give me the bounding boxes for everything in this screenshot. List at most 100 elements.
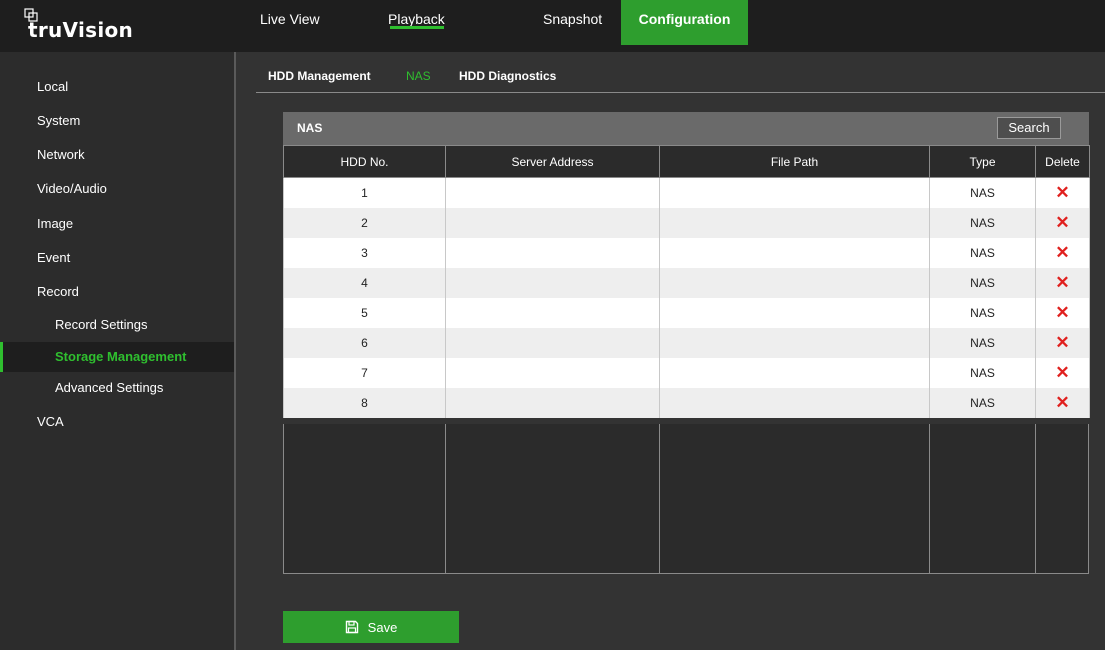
close-icon[interactable]: ✕: [1055, 333, 1069, 352]
table-row[interactable]: 6 NAS ✕: [283, 328, 1090, 358]
file-path-cell[interactable]: [659, 298, 930, 328]
hdd-no-cell: 3: [283, 238, 446, 268]
delete-cell: ✕: [1035, 268, 1090, 298]
column-divider: [1035, 424, 1036, 574]
delete-cell: ✕: [1035, 298, 1090, 328]
nav-live-view[interactable]: Live View: [248, 0, 383, 45]
brand-name: truVision: [28, 18, 134, 42]
nav-playback[interactable]: Playback: [383, 0, 518, 45]
delete-cell: ✕: [1035, 208, 1090, 238]
panel-title: NAS: [297, 121, 323, 135]
column-divider: [659, 424, 660, 574]
hdd-no-cell: 7: [283, 358, 446, 388]
sidebar-item-advanced-settings[interactable]: Advanced Settings: [0, 373, 234, 403]
sidebar-item-record-settings[interactable]: Record Settings: [0, 310, 234, 340]
type-cell: NAS: [929, 208, 1036, 238]
save-button[interactable]: Save: [283, 611, 459, 643]
table-row[interactable]: 7 NAS ✕: [283, 358, 1090, 388]
column-header-server-address: Server Address: [445, 145, 660, 178]
close-icon[interactable]: ✕: [1055, 213, 1069, 232]
server-address-cell[interactable]: [445, 208, 660, 238]
table-row[interactable]: 8 NAS ✕: [283, 388, 1090, 418]
column-divider: [283, 424, 284, 574]
search-button[interactable]: Search: [997, 117, 1061, 139]
server-address-cell[interactable]: [445, 358, 660, 388]
table-row[interactable]: 3 NAS ✕: [283, 238, 1090, 268]
close-icon[interactable]: ✕: [1055, 303, 1069, 322]
type-cell: NAS: [929, 268, 1036, 298]
hdd-no-cell: 8: [283, 388, 446, 418]
type-cell: NAS: [929, 358, 1036, 388]
sidebar-item-event[interactable]: Event: [0, 243, 234, 273]
file-path-cell[interactable]: [659, 208, 930, 238]
type-cell: NAS: [929, 177, 1036, 208]
column-header-file-path: File Path: [659, 145, 930, 178]
brand-logo: truVision: [24, 8, 134, 42]
nas-panel: NAS Search HDD No. Server Address File P…: [283, 112, 1090, 574]
hdd-no-cell: 5: [283, 298, 446, 328]
storage-subtabs: HDD Management NAS HDD Diagnostics: [256, 62, 1105, 93]
nas-table: HDD No. Server Address File Path Type De…: [283, 145, 1090, 418]
logo-icon: [24, 8, 38, 22]
hdd-no-cell: 6: [283, 328, 446, 358]
delete-cell: ✕: [1035, 177, 1090, 208]
hdd-no-cell: 4: [283, 268, 446, 298]
file-path-cell[interactable]: [659, 177, 930, 208]
active-tab-indicator: [390, 26, 444, 29]
sidebar-item-local[interactable]: Local: [0, 72, 234, 102]
nav-configuration[interactable]: Configuration: [621, 0, 748, 45]
delete-cell: ✕: [1035, 238, 1090, 268]
column-header-type: Type: [929, 145, 1036, 178]
tab-hdd-diagnostics[interactable]: HDD Diagnostics: [459, 69, 556, 83]
file-path-cell[interactable]: [659, 358, 930, 388]
main-nav: Live View Playback Snapshot Configuratio…: [248, 0, 748, 45]
close-icon[interactable]: ✕: [1055, 183, 1069, 202]
table-row[interactable]: 1 NAS ✕: [283, 177, 1090, 208]
table-header-row: HDD No. Server Address File Path Type De…: [283, 145, 1090, 178]
table-row[interactable]: 2 NAS ✕: [283, 208, 1090, 238]
nav-snapshot[interactable]: Snapshot: [518, 0, 621, 45]
close-icon[interactable]: ✕: [1055, 363, 1069, 382]
file-path-cell[interactable]: [659, 238, 930, 268]
tab-nas[interactable]: NAS: [406, 69, 431, 83]
server-address-cell[interactable]: [445, 268, 660, 298]
top-bar: truVision Live View Playback Snapshot Co…: [0, 0, 1105, 52]
panel-header: NAS Search: [283, 112, 1089, 145]
file-path-cell[interactable]: [659, 388, 930, 418]
sidebar-item-record[interactable]: Record: [0, 277, 234, 307]
sidebar-item-system[interactable]: System: [0, 106, 234, 136]
hdd-no-cell: 2: [283, 208, 446, 238]
sidebar: Local System Network Video/Audio Image E…: [0, 52, 236, 650]
save-label: Save: [367, 619, 398, 635]
floppy-disk-icon: [345, 620, 358, 634]
close-icon[interactable]: ✕: [1055, 273, 1069, 292]
tab-hdd-management[interactable]: HDD Management: [268, 69, 371, 83]
delete-cell: ✕: [1035, 328, 1090, 358]
table-row[interactable]: 4 NAS ✕: [283, 268, 1090, 298]
delete-cell: ✕: [1035, 388, 1090, 418]
table-empty-area: [283, 424, 1089, 574]
type-cell: NAS: [929, 298, 1036, 328]
column-divider: [929, 424, 930, 574]
hdd-no-cell: 1: [283, 177, 446, 208]
sidebar-item-storage-management[interactable]: Storage Management: [0, 342, 234, 372]
type-cell: NAS: [929, 388, 1036, 418]
server-address-cell[interactable]: [445, 328, 660, 358]
close-icon[interactable]: ✕: [1055, 243, 1069, 262]
sidebar-item-video-audio[interactable]: Video/Audio: [0, 174, 234, 204]
sidebar-item-vca[interactable]: VCA: [0, 407, 234, 437]
close-icon[interactable]: ✕: [1055, 393, 1069, 412]
type-cell: NAS: [929, 328, 1036, 358]
file-path-cell[interactable]: [659, 328, 930, 358]
table-row[interactable]: 5 NAS ✕: [283, 298, 1090, 328]
column-divider: [1088, 424, 1089, 574]
server-address-cell[interactable]: [445, 298, 660, 328]
server-address-cell[interactable]: [445, 238, 660, 268]
server-address-cell[interactable]: [445, 388, 660, 418]
delete-cell: ✕: [1035, 358, 1090, 388]
sidebar-item-network[interactable]: Network: [0, 140, 234, 170]
column-header-hdd-no: HDD No.: [283, 145, 446, 178]
file-path-cell[interactable]: [659, 268, 930, 298]
sidebar-item-image[interactable]: Image: [0, 209, 234, 239]
server-address-cell[interactable]: [445, 177, 660, 208]
